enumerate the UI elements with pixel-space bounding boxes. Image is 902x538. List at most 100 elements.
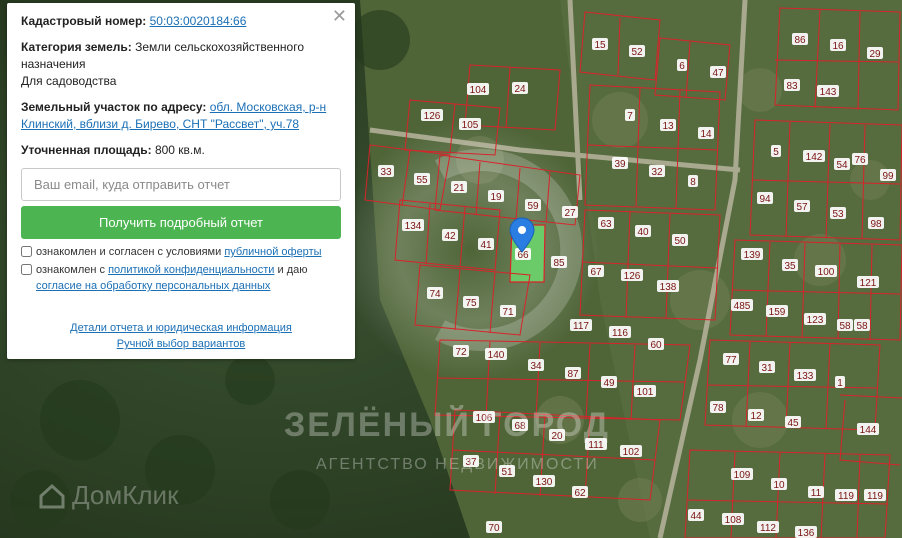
privacy-consent-checkbox[interactable] [21, 264, 32, 275]
plot-number-label[interactable]: 123 [807, 315, 824, 326]
plot-number-label[interactable]: 42 [444, 231, 456, 242]
plot-number-label[interactable]: 71 [502, 307, 514, 318]
plot-number-label[interactable]: 126 [424, 111, 441, 122]
plot-number-label[interactable]: 133 [797, 371, 814, 382]
plot-number-label[interactable]: 87 [567, 369, 579, 380]
plot-number-label[interactable]: 100 [818, 267, 835, 278]
plot-number-label[interactable]: 13 [662, 121, 674, 132]
plot-number-label[interactable]: 19 [490, 192, 502, 203]
plot-number-label[interactable]: 24 [514, 84, 526, 95]
plot-number-label[interactable]: 66 [517, 250, 529, 261]
privacy-policy-link[interactable]: политикой конфиденциальности [108, 264, 274, 276]
plot-number-label[interactable]: 78 [712, 403, 724, 414]
plot-number-label[interactable]: 47 [712, 68, 724, 79]
plot-number-label[interactable]: 99 [882, 171, 894, 182]
plot-number-label[interactable]: 75 [465, 298, 477, 309]
plot-number-label[interactable]: 142 [806, 152, 823, 163]
plot-number-label[interactable]: 27 [564, 208, 576, 219]
plot-number-label[interactable]: 144 [860, 425, 877, 436]
plot-number-label[interactable]: 41 [480, 240, 492, 251]
plot-number-label[interactable]: 108 [725, 515, 742, 526]
personal-data-consent-link[interactable]: согласие на обработку персональных данны… [36, 280, 270, 292]
plot-number-label[interactable]: 83 [786, 81, 798, 92]
plot-number-label[interactable]: 159 [769, 307, 786, 318]
report-details-link[interactable]: Детали отчета и юридическая информация [70, 320, 292, 336]
plot-number-label[interactable]: 140 [488, 350, 505, 361]
plot-number-label[interactable]: 116 [612, 328, 628, 339]
plot-number-label[interactable]: 117 [573, 321, 589, 332]
plot-number-label[interactable]: 59 [527, 201, 539, 212]
plot-number-label[interactable]: 55 [416, 175, 428, 186]
plot-number-label[interactable]: 45 [787, 418, 799, 429]
plot-number-label[interactable]: 39 [614, 159, 626, 170]
plot-number-label[interactable]: 32 [651, 167, 663, 178]
plot-number-label[interactable]: 57 [796, 202, 808, 213]
plot-number-label[interactable]: 85 [553, 258, 565, 269]
plot-number-label[interactable]: 119 [867, 491, 883, 502]
plot-number-label[interactable]: 119 [838, 491, 854, 502]
plot-number-label[interactable]: 102 [623, 447, 640, 458]
plot-number-label[interactable]: 52 [631, 47, 643, 58]
plot-number-label[interactable]: 44 [690, 511, 702, 522]
plot-number-label[interactable]: 5 [773, 147, 779, 158]
plot-number-label[interactable]: 1 [837, 378, 843, 389]
plot-number-label[interactable]: 60 [650, 340, 662, 351]
offer-consent-checkbox[interactable] [21, 246, 32, 257]
plot-number-label[interactable]: 143 [820, 87, 837, 98]
plot-number-label[interactable]: 14 [700, 129, 712, 140]
plot-number-label[interactable]: 86 [794, 35, 806, 46]
plot-number-label[interactable]: 33 [380, 167, 392, 178]
privacy-consent[interactable]: ознакомлен с политикой конфиденциальност… [21, 262, 341, 278]
get-report-button[interactable]: Получить подробный отчет [21, 206, 341, 239]
plot-number-label[interactable]: 6 [679, 61, 685, 72]
plot-number-label[interactable]: 70 [488, 523, 500, 534]
plot-number-label[interactable]: 105 [462, 120, 479, 131]
plot-number-label[interactable]: 77 [725, 355, 737, 366]
plot-number-label[interactable]: 34 [530, 361, 542, 372]
public-offer-link[interactable]: публичной оферты [224, 246, 321, 258]
plot-number-label[interactable]: 101 [637, 387, 654, 398]
plot-number-label[interactable]: 112 [760, 523, 776, 534]
plot-number-label[interactable]: 11 [811, 488, 822, 499]
plot-number-label[interactable]: 74 [429, 289, 441, 300]
plot-number-label[interactable]: 7 [627, 111, 633, 122]
plot-number-label[interactable]: 109 [734, 470, 751, 481]
plot-number-label[interactable]: 53 [832, 209, 844, 220]
plot-number-label[interactable]: 485 [734, 301, 751, 312]
plot-number-label[interactable]: 49 [603, 378, 615, 389]
plot-number-label[interactable]: 31 [761, 363, 773, 374]
plot-number-label[interactable]: 16 [832, 41, 844, 52]
cadastral-number-link[interactable]: 50:03:0020184:66 [150, 14, 247, 28]
plot-number-label[interactable]: 10 [773, 480, 785, 491]
email-input[interactable] [21, 168, 341, 201]
plot-number-label[interactable]: 104 [470, 85, 487, 96]
plot-number-label[interactable]: 121 [860, 278, 877, 289]
plot-number-label[interactable]: 126 [624, 271, 641, 282]
plot-number-label[interactable]: 72 [455, 347, 467, 358]
plot-number-label[interactable]: 139 [744, 250, 761, 261]
plot-number-label[interactable]: 40 [637, 227, 649, 238]
close-icon[interactable]: ✕ [332, 7, 347, 25]
plot-number-label[interactable]: 62 [574, 488, 586, 499]
plot-number-label[interactable]: 15 [594, 40, 606, 51]
plot-number-label[interactable]: 134 [405, 221, 422, 232]
plot-number-label[interactable]: 98 [870, 219, 882, 230]
plot-number-label[interactable]: 35 [784, 261, 796, 272]
plot-number-label[interactable]: 58 [839, 321, 851, 332]
plot-number-label[interactable]: 8 [690, 177, 696, 188]
plot-number-label[interactable]: 58 [856, 321, 868, 332]
manual-selection-link[interactable]: Ручной выбор вариантов [117, 336, 245, 352]
plot-number-label[interactable]: 29 [869, 49, 881, 60]
plot-number-label[interactable]: 54 [836, 160, 848, 171]
plot-number-label[interactable]: 12 [750, 411, 762, 422]
plot-number-label[interactable]: 50 [674, 236, 686, 247]
plot-number-label[interactable]: 21 [453, 183, 465, 194]
plot-number-label[interactable]: 67 [590, 267, 602, 278]
plot-number-label[interactable]: 130 [536, 477, 553, 488]
plot-number-label[interactable]: 63 [600, 219, 612, 230]
plot-number-label[interactable]: 94 [759, 194, 771, 205]
plot-number-label[interactable]: 76 [854, 155, 866, 166]
plot-number-label[interactable]: 138 [660, 282, 677, 293]
offer-consent[interactable]: ознакомлен и согласен с условиями публич… [21, 244, 341, 260]
plot-number-label[interactable]: 136 [798, 528, 815, 538]
